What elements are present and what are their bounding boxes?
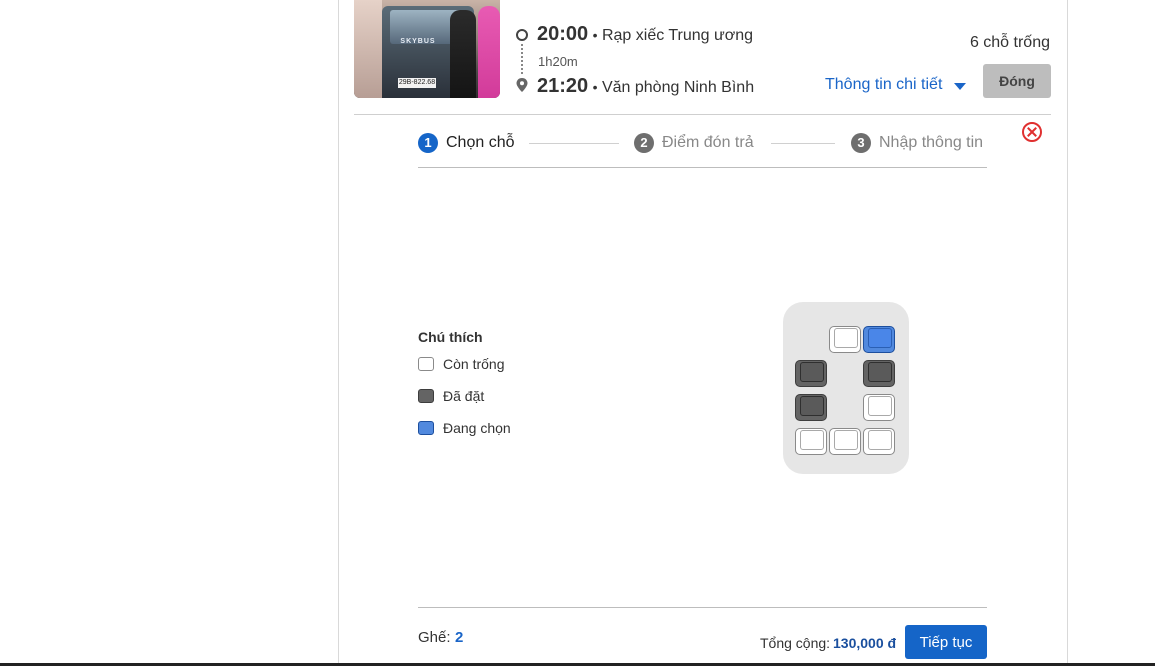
seat-booked [863, 360, 895, 387]
total-value: 130,000 đ [833, 635, 897, 651]
seat-count-value: 2 [455, 629, 464, 646]
seat-back [868, 328, 892, 348]
separator: • [592, 27, 598, 43]
photo-person [478, 6, 500, 98]
departure-time: 20:00 [537, 23, 589, 45]
seat-empty[interactable] [795, 428, 827, 455]
seat-back [800, 362, 824, 382]
step-2-label[interactable]: Điểm đón trả [662, 134, 754, 152]
step-1-label[interactable]: Chọn chỗ [446, 134, 515, 152]
bus-plate: 29B-822.68 [398, 78, 436, 88]
continue-button[interactable]: Tiếp tục [905, 625, 987, 659]
empty-seat-icon [418, 357, 434, 371]
total-label: Tổng cộng: [760, 635, 831, 651]
legend-booked-label: Đã đặt [443, 388, 485, 404]
departure-circle-icon [516, 29, 528, 41]
trip-duration: 1h20m [538, 54, 578, 69]
divider [418, 167, 987, 168]
seat-count-label: Ghế: [418, 629, 451, 646]
card-left-border [338, 0, 339, 666]
seat-back [868, 430, 892, 450]
seats-available: 6 chỗ trống [969, 34, 1050, 51]
selected-seat-icon [418, 421, 434, 435]
divider [418, 607, 987, 608]
seat-back [868, 362, 892, 382]
close-button[interactable]: Đóng [983, 64, 1051, 98]
legend-title: Chú thích [418, 329, 483, 345]
legend-empty-label: Còn trống [443, 356, 505, 372]
caret-down-icon[interactable] [954, 83, 966, 90]
seat-back [868, 396, 892, 416]
arrival-row: 21:20 • Văn phòng Ninh Bình [537, 75, 754, 98]
arrival-time: 21:20 [537, 75, 589, 97]
legend-selected-label: Đang chọn [443, 420, 511, 436]
seat-map [783, 302, 909, 474]
close-circle-icon[interactable] [1022, 122, 1042, 142]
location-pin-icon [516, 78, 528, 92]
step-connector [529, 143, 619, 144]
seat-back [800, 430, 824, 450]
seat-selected[interactable] [863, 326, 895, 353]
photo-person [450, 10, 476, 98]
step-1-number: 1 [418, 133, 438, 153]
seat-back [834, 328, 858, 348]
details-link[interactable]: Thông tin chi tiết [825, 76, 942, 94]
step-2-number: 2 [634, 133, 654, 153]
arrival-place: Văn phòng Ninh Bình [601, 79, 755, 96]
step-connector [771, 143, 835, 144]
seat-empty[interactable] [829, 326, 861, 353]
divider [354, 114, 1051, 115]
departure-place: Rạp xiếc Trung ương [601, 27, 754, 44]
timeline-dots [521, 44, 523, 74]
card-right-border [1067, 0, 1068, 666]
seat-empty[interactable] [863, 428, 895, 455]
seat-back [834, 430, 858, 450]
seat-empty[interactable] [863, 394, 895, 421]
departure-row: 20:00 • Rạp xiếc Trung ương [537, 23, 753, 46]
seat-back [800, 396, 824, 416]
step-3-label[interactable]: Nhập thông tin [879, 134, 983, 152]
seat-booked [795, 360, 827, 387]
photo-person [354, 0, 382, 98]
step-3-number: 3 [851, 133, 871, 153]
seat-booked [795, 394, 827, 421]
separator: • [592, 79, 598, 95]
bus-logo: SKYBUS [400, 38, 436, 45]
seat-empty[interactable] [829, 428, 861, 455]
bus-photo: SKYBUS 29B-822.68 [354, 0, 500, 98]
booked-seat-icon [418, 389, 434, 403]
